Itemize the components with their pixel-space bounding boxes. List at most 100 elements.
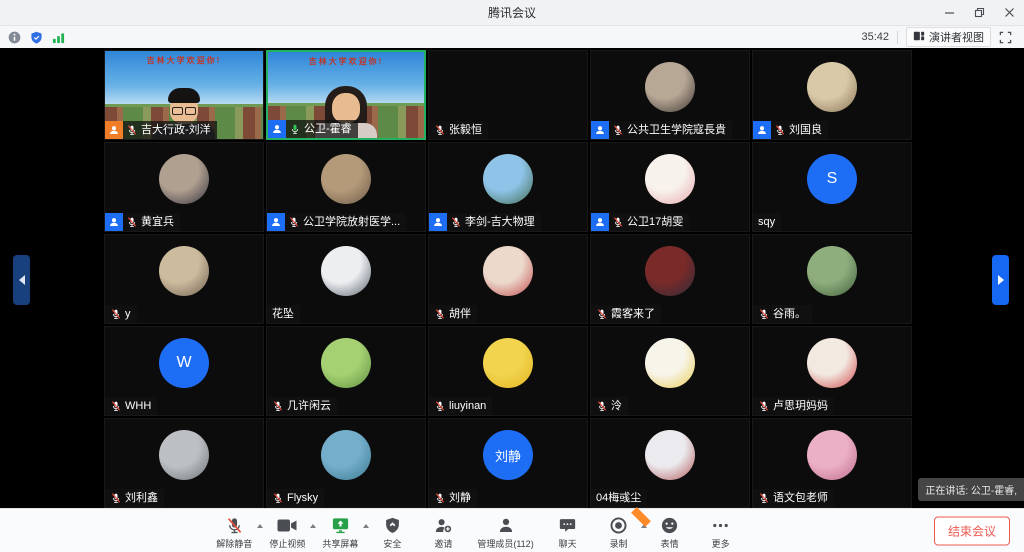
participant-label: 卢思玥妈妈 [753, 397, 834, 415]
participant-label: 几许闲云 [267, 397, 337, 415]
participant-tile[interactable]: 刘国良 [752, 50, 912, 140]
participant-tile[interactable]: 吉林大学欢迎你! 吉大行政-刘洋 [104, 50, 264, 140]
participant-tile[interactable]: 公卫17胡雯 [590, 142, 750, 232]
avatar [321, 430, 371, 480]
mic-muted-icon [272, 492, 284, 504]
mic-muted-icon [596, 308, 608, 320]
restore-icon[interactable] [964, 0, 994, 25]
participant-tile[interactable]: 公共卫生学院寇長貴 [590, 50, 750, 140]
participant-tile[interactable]: 胡伴 [428, 234, 588, 324]
participant-tile[interactable]: 刘静刘静 [428, 418, 588, 508]
participant-tile[interactable]: WWHH [104, 326, 264, 416]
participant-name: 花坠 [272, 305, 294, 323]
role-badge-icon [268, 120, 286, 138]
role-badge-icon [429, 213, 447, 231]
participant-tile[interactable]: 04梅彧尘 [590, 418, 750, 508]
participant-tile[interactable]: 吉林大学欢迎你!公卫-霍睿 [266, 50, 426, 140]
participant-tile[interactable]: liuyinan [428, 326, 588, 416]
participant-label: 张毅恒 [429, 121, 488, 139]
toolbar-emoji-button[interactable]: 表情 [653, 516, 687, 550]
participant-name: 公卫-霍睿 [304, 120, 352, 138]
toolbar-record-button[interactable]: 录制 [602, 516, 636, 550]
participant-label: 刘利鑫 [105, 489, 164, 507]
topbar-divider [897, 31, 898, 44]
participant-tile[interactable]: 卢思玥妈妈 [752, 326, 912, 416]
next-page-button[interactable] [992, 255, 1009, 305]
prev-page-button[interactable] [13, 255, 30, 305]
meeting-timer: 35:42 [861, 31, 889, 43]
avatar [807, 338, 857, 388]
camera-icon [277, 516, 297, 535]
toolbar-share-screen-button[interactable]: 共享屏幕 [322, 516, 358, 550]
participant-label: 刘国良 [753, 121, 828, 139]
participant-name: 公卫17胡雯 [627, 213, 683, 231]
info-icon[interactable] [8, 31, 21, 44]
speaker-view-button[interactable]: 演讲者视图 [906, 27, 991, 47]
virtual-bg-text: 吉林大学欢迎你! [105, 55, 263, 66]
participant-tile[interactable]: 泠 [590, 326, 750, 416]
signal-icon[interactable] [52, 31, 65, 44]
mic-muted-icon [434, 492, 446, 504]
avatar [159, 246, 209, 296]
participant-name: 语文包老师 [773, 489, 828, 507]
mic-muted-icon [758, 308, 770, 320]
participant-tile[interactable]: y [104, 234, 264, 324]
mic-muted-icon [612, 216, 624, 228]
mic-muted-icon [434, 124, 446, 136]
shield-icon[interactable] [30, 31, 43, 44]
avatar [645, 430, 695, 480]
titlebar: 腾讯会议 [0, 0, 1024, 26]
mic-muted-icon [225, 516, 244, 535]
expand-caret-icon[interactable] [310, 524, 316, 528]
toolbar-label: 录制 [610, 537, 628, 550]
meeting-status-icons [8, 31, 65, 44]
fullscreen-icon[interactable] [999, 31, 1012, 44]
toolbar-more-button[interactable]: 更多 [704, 516, 738, 550]
participant-tile[interactable]: 霞客来了 [590, 234, 750, 324]
mic-muted-icon [758, 400, 770, 412]
mic-muted-icon [596, 400, 608, 412]
mic-muted-icon [450, 216, 462, 228]
toolbar-mic-muted-button[interactable]: 解除静音 [216, 516, 252, 550]
expand-caret-icon[interactable] [257, 524, 263, 528]
participant-tile[interactable]: Ssqy [752, 142, 912, 232]
video-grid: 吉林大学欢迎你! 吉大行政-刘洋 吉林大学欢迎你!公卫-霍睿张毅恒 公共卫生学院寇長貴… [104, 50, 912, 508]
toolbar-members-button[interactable]: 管理成员(112) [477, 516, 533, 550]
expand-caret-icon[interactable] [363, 524, 369, 528]
role-badge-icon [591, 121, 609, 139]
security-icon [384, 516, 401, 535]
toolbar-security-button[interactable]: 安全 [375, 516, 409, 550]
toolbar-camera-button[interactable]: 停止视频 [269, 516, 305, 550]
participant-name: 霞客来了 [611, 305, 655, 323]
participant-tile[interactable]: 几许闲云 [266, 326, 426, 416]
role-badge-icon [105, 213, 123, 231]
participant-label: 李剑-吉大物理 [429, 213, 541, 231]
participant-tile[interactable]: 张毅恒 [428, 50, 588, 140]
app-window: 腾讯会议 35:42 [0, 0, 1024, 552]
chevron-right-icon [998, 275, 1004, 285]
participant-tile[interactable]: 黄宜兵 [104, 142, 264, 232]
participant-tile[interactable]: 公卫学院放射医学... [266, 142, 426, 232]
participant-label: 公共卫生学院寇長貴 [591, 121, 732, 139]
window-controls [934, 0, 1024, 25]
participant-tile[interactable]: Flysky [266, 418, 426, 508]
participant-tile[interactable]: 花坠 [266, 234, 426, 324]
participant-label: 公卫学院放射医学... [267, 213, 406, 231]
participant-label: 胡伴 [429, 305, 477, 323]
avatar [483, 154, 533, 204]
participant-tile[interactable]: 谷雨。 [752, 234, 912, 324]
chevron-left-icon [19, 275, 25, 285]
avatar [807, 246, 857, 296]
end-meeting-button[interactable]: 结束会议 [934, 516, 1010, 545]
layout-icon [913, 30, 925, 45]
participant-tile[interactable]: 李剑-吉大物理 [428, 142, 588, 232]
toolbar-chat-button[interactable]: 聊天 [551, 516, 585, 550]
participant-name: 吉大行政-刘洋 [141, 121, 211, 139]
participant-tile[interactable]: 刘利鑫 [104, 418, 264, 508]
emoji-icon [660, 516, 679, 535]
participant-tile[interactable]: 语文包老师 [752, 418, 912, 508]
minimize-icon[interactable] [934, 0, 964, 25]
mic-muted-icon [110, 308, 122, 320]
toolbar-invite-button[interactable]: 邀请 [426, 516, 460, 550]
close-icon[interactable] [994, 0, 1024, 25]
